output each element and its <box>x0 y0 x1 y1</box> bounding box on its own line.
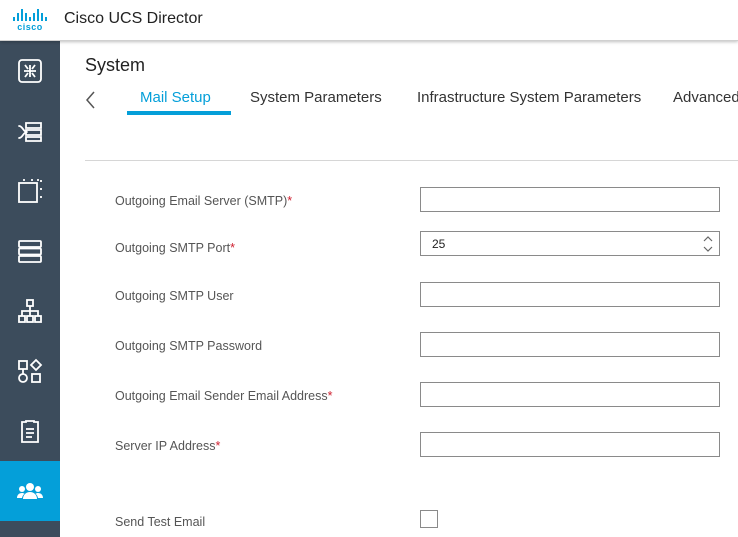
sidebar-item-policies[interactable] <box>0 401 60 461</box>
tab-infrastructure-system-parameters[interactable]: Infrastructure System Parameters <box>417 89 641 106</box>
smtp-server-label: Outgoing Email Server (SMTP)* <box>115 194 293 208</box>
physical-servers-icon <box>18 240 42 263</box>
virtual-icon <box>18 179 42 203</box>
users-group-icon <box>17 483 43 499</box>
dashboard-icon <box>18 59 42 83</box>
page-title: System <box>85 55 146 75</box>
sidebar-nav <box>0 41 60 537</box>
network-topology-icon <box>18 299 42 323</box>
sidebar-item-orchestration[interactable] <box>0 341 60 401</box>
smtp-user-input[interactable] <box>420 282 720 307</box>
sidebar-item-virtual[interactable] <box>0 161 60 221</box>
smtp-port-label: Outgoing SMTP Port* <box>115 241 235 255</box>
converged-icon <box>18 122 42 142</box>
smtp-password-input[interactable] <box>420 332 720 357</box>
send-test-email-checkbox[interactable] <box>420 510 438 528</box>
tab-advanced[interactable]: Advanced <box>673 89 738 106</box>
cisco-logo-bars-icon <box>10 9 50 21</box>
sender-email-label: Outgoing Email Sender Email Address* <box>115 389 333 403</box>
chevron-left-icon[interactable] <box>84 90 98 110</box>
server-ip-label: Server IP Address* <box>115 439 221 453</box>
active-tab-indicator <box>127 111 231 115</box>
smtp-port-value: 25 <box>432 237 446 251</box>
tabs-divider <box>85 160 738 161</box>
policies-icon <box>21 420 39 443</box>
tab-system-parameters[interactable]: System Parameters <box>250 89 382 106</box>
smtp-port-stepper[interactable]: 25 <box>420 231 720 256</box>
smtp-server-input[interactable] <box>420 187 720 212</box>
cisco-logo[interactable]: cisco <box>10 9 50 33</box>
top-bar: cisco Cisco UCS Director <box>0 0 738 41</box>
tab-mail-setup[interactable]: Mail Setup <box>140 89 211 106</box>
sidebar-item-dashboard[interactable] <box>0 41 60 101</box>
server-ip-input[interactable] <box>420 432 720 457</box>
sidebar-item-users[interactable] <box>0 461 60 521</box>
smtp-password-label: Outgoing SMTP Password <box>115 339 263 353</box>
sidebar-item-converged[interactable] <box>0 101 60 161</box>
smtp-user-label: Outgoing SMTP User <box>115 289 234 303</box>
sidebar-item-network[interactable] <box>0 281 60 341</box>
send-test-email-label: Send Test Email <box>115 515 206 529</box>
app-title: Cisco UCS Director <box>64 10 203 27</box>
orchestration-icon <box>18 358 43 383</box>
cisco-logo-word: cisco <box>17 22 43 32</box>
stepper-arrows-icon[interactable] <box>703 235 713 253</box>
sender-email-input[interactable] <box>420 382 720 407</box>
sidebar-item-physical[interactable] <box>0 221 60 281</box>
